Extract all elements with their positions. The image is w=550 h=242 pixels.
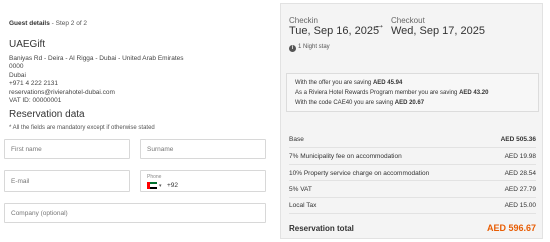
checkin-label: Checkin [289,16,318,25]
hotel-email: reservations@rivierahotel-dubai.com [9,88,115,96]
hotel-vat: VAT ID: 00000001 [9,97,62,105]
base-row: Base AED 505.36 [289,136,536,143]
local-tax-row: Local Tax AED 15.00 [289,202,536,209]
savings-box: With the offer you are saving AED 45.94 … [286,73,539,112]
divider [289,147,536,148]
hotel-name: UAEGift [9,39,46,50]
base-label: Base [289,136,304,143]
step-indicator: - Step 2 of 2 [49,20,88,27]
reservation-data-title: Reservation data [9,109,85,120]
hotel-postal: 0000 [9,63,24,71]
offer-savings-amount: AED 45.94 [372,80,403,86]
program-savings-text: As a Riviera Hotel Rewards Program membe… [295,90,460,96]
first-name-field[interactable]: First name [4,139,130,159]
company-field[interactable]: Company (optional) [4,203,266,223]
guest-form-section: Guest details - Step 2 of 2 UAEGift Bani… [0,0,280,242]
company-placeholder: Company (optional) [11,210,68,217]
phone-label: Phone [147,174,162,180]
municipality-fee-row: 7% Municipality fee on accommodation AED … [289,153,536,160]
phone-field[interactable]: Phone ▾ +92 [140,170,266,192]
municipality-fee-amount: AED 19.98 [504,153,536,160]
vat-amount: AED 27.79 [504,186,536,193]
code-savings-text: With the code CAE40 you are saving [295,100,395,106]
first-name-placeholder: First name [11,146,42,153]
night-stay-text: 1 Night stay [298,44,330,50]
email-placeholder: E-mail [11,178,30,185]
service-charge-amount: AED 28.54 [504,170,536,177]
email-field[interactable]: E-mail [4,170,130,192]
municipality-fee-label: 7% Municipality fee on accommodation [289,153,402,160]
divider [289,164,536,165]
reservation-total-amount: AED 596.67 [486,223,536,233]
info-icon: i [289,45,296,52]
divider [289,213,536,214]
divider [289,180,536,181]
offer-savings-text: With the offer you are saving [295,80,373,86]
reservation-summary-panel: Checkin Tue, Sep 16, 2025 → Checkout Wed… [280,3,543,239]
code-savings: With the code CAE40 you are saving AED 2… [295,98,530,108]
hotel-city: Dubai [9,71,26,79]
arrow-right-icon: → [374,19,385,31]
night-stay-info: i1 Night stay [289,44,330,52]
checkout-date: Wed, Sep 17, 2025 [391,25,485,37]
checkin-date: Tue, Sep 16, 2025 [289,25,380,37]
local-tax-label: Local Tax [289,202,317,209]
hotel-address: Baniyas Rd - Deira - Al Rigga - Dubai - … [9,55,184,62]
base-amount: AED 505.36 [500,136,536,143]
dial-code: +92 [167,182,179,189]
guest-details-header: Guest details - Step 2 of 2 [9,20,87,27]
service-charge-row: 10% Property service charge on accommoda… [289,170,536,177]
offer-savings: With the offer you are saving AED 45.94 [295,78,530,88]
vat-label: 5% VAT [289,186,312,193]
service-charge-label: 10% Property service charge on accommoda… [289,170,430,177]
program-savings-amount: AED 43.20 [459,90,489,96]
guest-details-title: Guest details [9,20,50,27]
surname-field[interactable]: Surname [140,139,266,159]
surname-placeholder: Surname [147,146,174,153]
checkout-label: Checkout [391,16,425,25]
hotel-phone: +971 4 222 2131 [9,80,58,88]
local-tax-amount: AED 15.00 [504,202,536,209]
program-savings: As a Riviera Hotel Rewards Program membe… [295,88,530,98]
vat-row: 5% VAT AED 27.79 [289,186,536,193]
reservation-total-row: Reservation total AED 596.67 [289,223,536,233]
country-flag-icon[interactable] [147,182,157,189]
hotel-info: Baniyas Rd - Deira - Al Rigga - Dubai - … [9,55,184,105]
chevron-down-icon[interactable]: ▾ [159,183,162,189]
mandatory-note: * All the fields are mandatory except if… [9,125,155,131]
divider [289,197,536,198]
code-savings-amount: AED 20.67 [394,100,425,106]
reservation-total-label: Reservation total [289,224,354,233]
